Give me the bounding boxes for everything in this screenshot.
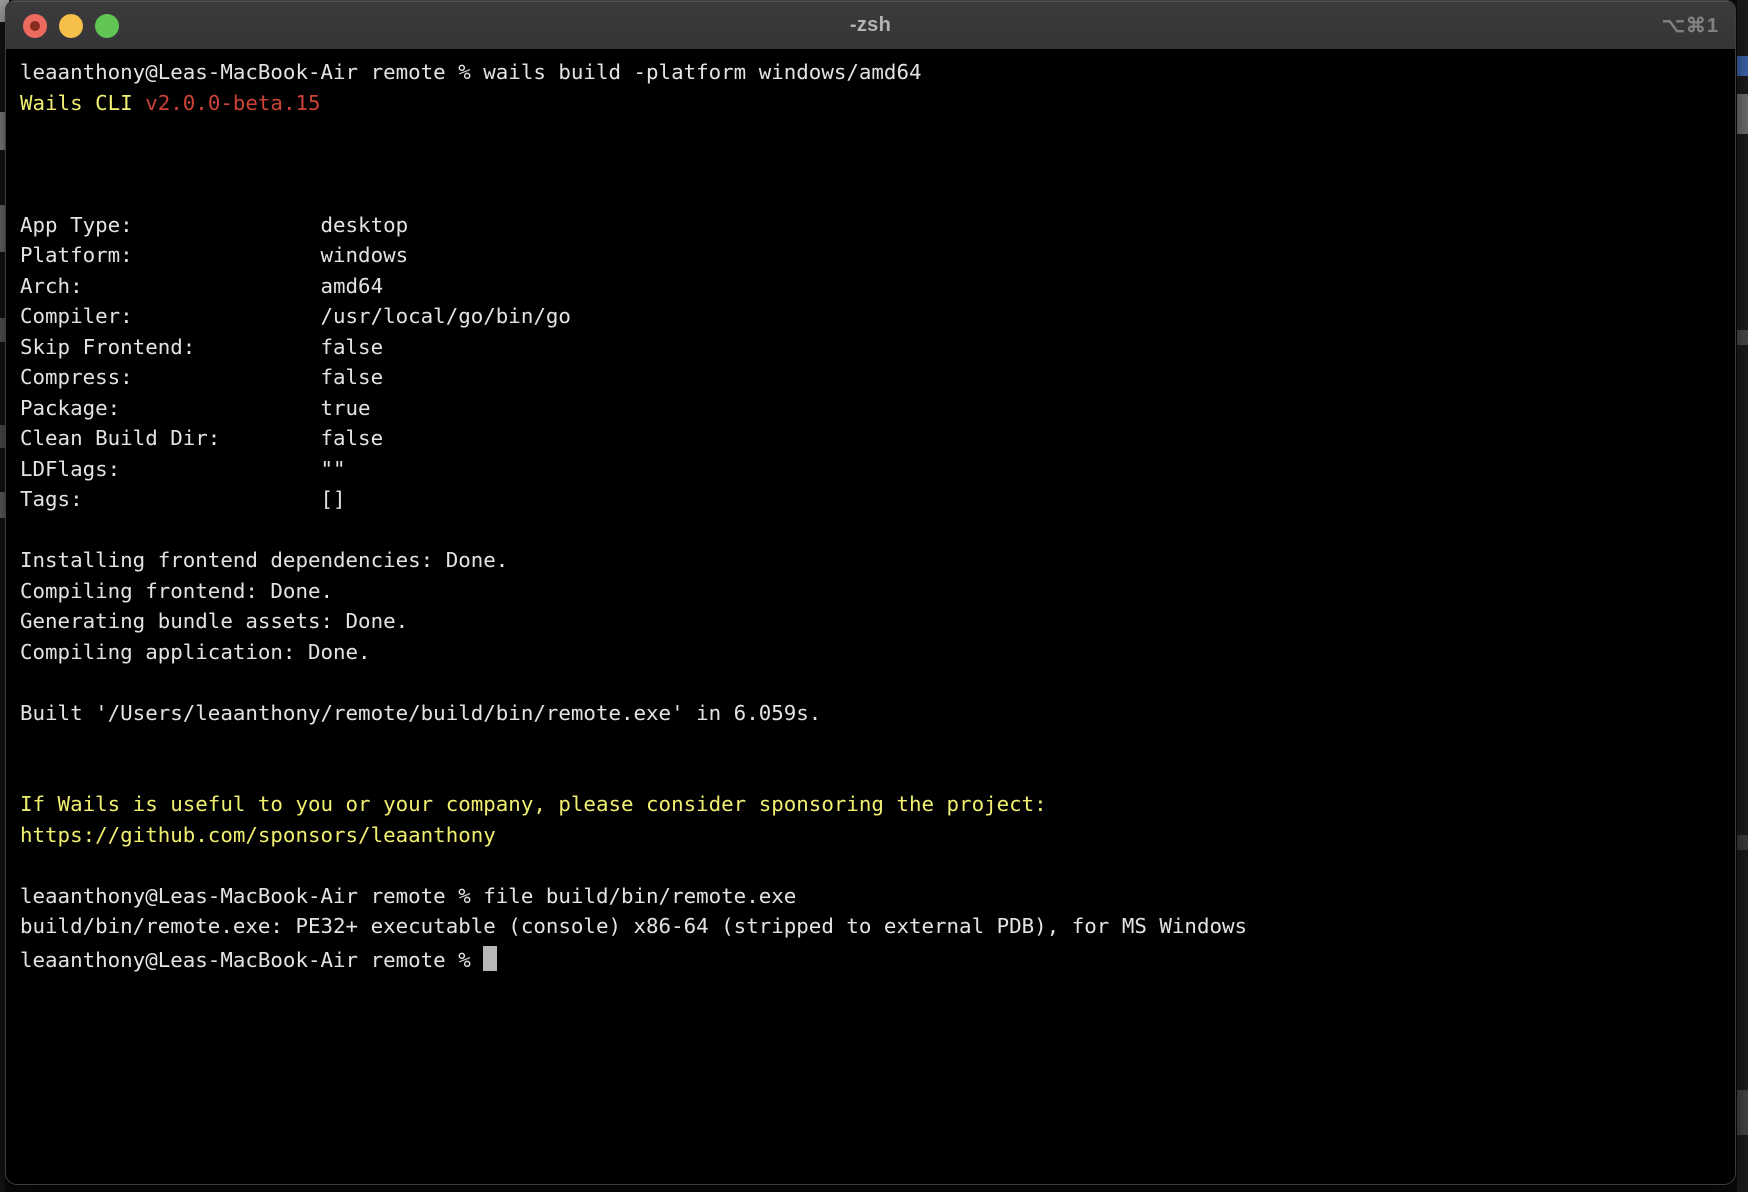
terminal-line: Compiling application: Done.: [20, 637, 1727, 668]
terminal-line: [20, 149, 1727, 180]
terminal-line: Wails CLI v2.0.0-beta.15: [20, 88, 1727, 119]
terminal-line: LDFlags: "": [20, 454, 1727, 485]
terminal-text-segment: Built '/Users/leaanthony/remote/build/bi…: [20, 701, 821, 725]
terminal-text-segment: Installing frontend dependencies: Done.: [20, 548, 508, 572]
terminal-line: Generating bundle assets: Done.: [20, 606, 1727, 637]
terminal-text-segment: Compiler: /usr/local/go/bin/go: [20, 304, 571, 328]
terminal-text-segment: leaanthony@Leas-MacBook-Air remote % fil…: [20, 884, 796, 908]
terminal-text-segment: Package: true: [20, 396, 371, 420]
terminal-text-segment: leaanthony@Leas-MacBook-Air remote %: [20, 948, 483, 972]
terminal-line: Arch: amd64: [20, 271, 1727, 302]
terminal-text-segment: App Type: desktop: [20, 213, 408, 237]
terminal-cursor: [483, 946, 497, 971]
background-window-fragment: [1737, 56, 1748, 76]
terminal-text-segment: Arch: amd64: [20, 274, 383, 298]
terminal-window: -zsh ⌥⌘1 leaanthony@Leas-MacBook-Air rem…: [5, 0, 1736, 1185]
terminal-text-segment: v2.0.0-beta.15: [145, 91, 320, 115]
terminal-text-segment: LDFlags: "": [20, 457, 346, 481]
terminal-line: Tags: []: [20, 484, 1727, 515]
background-window-fragment: [1737, 1090, 1748, 1135]
window-titlebar[interactable]: -zsh ⌥⌘1: [6, 1, 1735, 50]
terminal-line: [20, 850, 1727, 881]
terminal-line: [20, 515, 1727, 546]
terminal-line: leaanthony@Leas-MacBook-Air remote % wai…: [20, 57, 1727, 88]
terminal-line: Skip Frontend: false: [20, 332, 1727, 363]
terminal-line: [20, 759, 1727, 790]
terminal-text-segment: leaanthony@Leas-MacBook-Air remote % wai…: [20, 60, 922, 84]
background-window-fragment: [1737, 330, 1748, 345]
terminal-line: [20, 179, 1727, 210]
terminal-text-segment: If Wails is useful to you or your compan…: [20, 792, 1047, 816]
terminal-text-segment: Tags: []: [20, 487, 346, 511]
terminal-line: App Type: desktop: [20, 210, 1727, 241]
terminal-text-segment: Compress: false: [20, 365, 383, 389]
terminal-line: Clean Build Dir: false: [20, 423, 1727, 454]
terminal-line: Built '/Users/leaanthony/remote/build/bi…: [20, 698, 1727, 729]
terminal-line: Compiler: /usr/local/go/bin/go: [20, 301, 1727, 332]
terminal-text-segment: https://github.com/sponsors/leaanthony: [20, 823, 496, 847]
terminal-line: Platform: windows: [20, 240, 1727, 271]
terminal-line: build/bin/remote.exe: PE32+ executable (…: [20, 911, 1727, 942]
terminal-text-segment: build/bin/remote.exe: PE32+ executable (…: [20, 914, 1247, 938]
window-shortcut-badge: ⌥⌘1: [1662, 1, 1719, 49]
terminal-line: Compress: false: [20, 362, 1727, 393]
terminal-line: [20, 728, 1727, 759]
terminal-line: leaanthony@Leas-MacBook-Air remote %: [20, 942, 1727, 973]
background-window-fragment: [1737, 94, 1748, 134]
terminal-line: Installing frontend dependencies: Done.: [20, 545, 1727, 576]
terminal-text-segment: Compiling application: Done.: [20, 640, 371, 664]
terminal-text-segment: Platform: windows: [20, 243, 408, 267]
terminal-line: Compiling frontend: Done.: [20, 576, 1727, 607]
terminal-text-segment: Skip Frontend: false: [20, 335, 383, 359]
terminal-text-segment: Generating bundle assets: Done.: [20, 609, 408, 633]
terminal-line: leaanthony@Leas-MacBook-Air remote % fil…: [20, 881, 1727, 912]
window-title: -zsh: [6, 1, 1735, 49]
terminal-line: Package: true: [20, 393, 1727, 424]
background-window-fragment: [1737, 835, 1748, 850]
terminal-text-segment: Compiling frontend: Done.: [20, 579, 333, 603]
terminal-line: [20, 118, 1727, 149]
background-window-right-sliver: [1737, 0, 1748, 1192]
terminal-text-segment: Clean Build Dir: false: [20, 426, 383, 450]
terminal-text-segment: Wails CLI: [20, 91, 145, 115]
terminal-line: https://github.com/sponsors/leaanthony: [20, 820, 1727, 851]
terminal-line: [20, 667, 1727, 698]
terminal-line: If Wails is useful to you or your compan…: [20, 789, 1727, 820]
terminal-output[interactable]: leaanthony@Leas-MacBook-Air remote % wai…: [6, 49, 1735, 1184]
